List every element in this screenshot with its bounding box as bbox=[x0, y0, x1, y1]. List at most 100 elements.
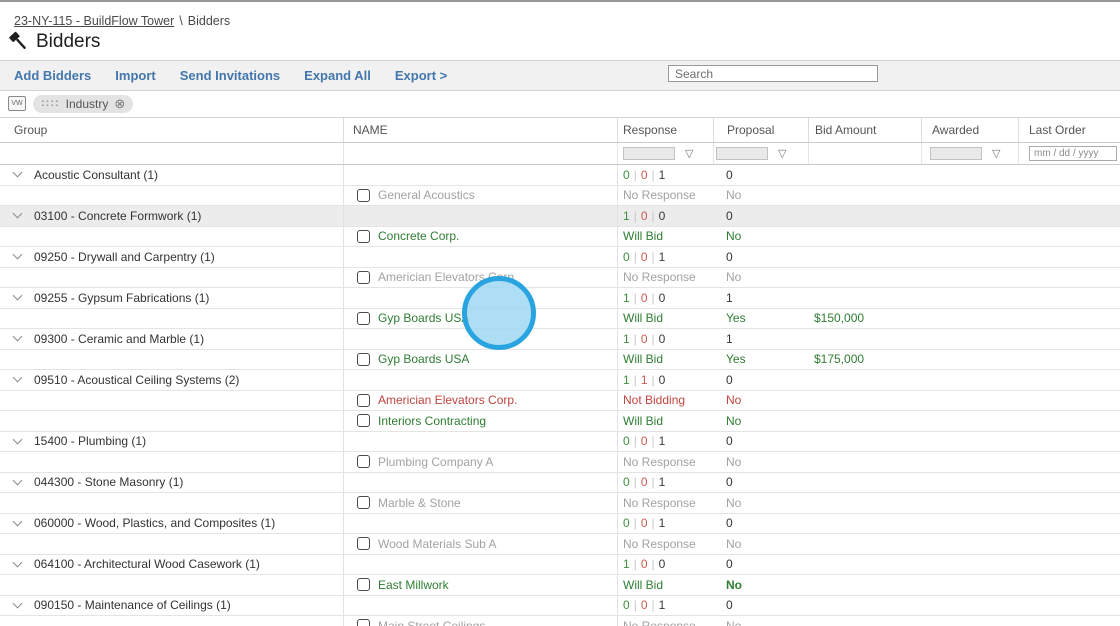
last-order-cell bbox=[1018, 514, 1120, 534]
row-checkbox[interactable] bbox=[357, 393, 370, 407]
chevron-down-icon[interactable] bbox=[12, 598, 23, 609]
row-checkbox[interactable] bbox=[357, 311, 370, 325]
bid-amount-cell bbox=[808, 411, 921, 431]
chip-remove-icon[interactable]: ⊗ bbox=[114, 96, 125, 112]
awarded-cell bbox=[921, 288, 1018, 308]
row-checkbox[interactable] bbox=[357, 414, 370, 428]
last-order-cell bbox=[1018, 411, 1120, 431]
bid-amount-cell bbox=[808, 329, 921, 349]
bid-amount-cell bbox=[808, 575, 921, 595]
chevron-down-icon[interactable] bbox=[12, 290, 23, 301]
awarded-cell bbox=[921, 411, 1018, 431]
bid-amount-cell bbox=[808, 555, 921, 575]
last-order-cell bbox=[1018, 288, 1120, 308]
drag-handle-icon[interactable]: :::: bbox=[41, 97, 60, 109]
search-input[interactable] bbox=[668, 65, 878, 82]
chevron-down-icon[interactable] bbox=[12, 372, 23, 383]
row-checkbox[interactable] bbox=[357, 578, 370, 592]
proposal-filter-input[interactable] bbox=[716, 147, 768, 160]
group-cell: 09510 - Acoustical Ceiling Systems (2) bbox=[0, 370, 343, 390]
row-checkbox[interactable] bbox=[357, 455, 370, 469]
row-checkbox[interactable] bbox=[357, 270, 370, 284]
bidder-name[interactable]: Marble & Stone bbox=[378, 496, 461, 510]
bidder-name[interactable]: Gyp Boards USA bbox=[378, 352, 469, 366]
import-button[interactable]: Import bbox=[115, 68, 155, 83]
response-filter-input[interactable] bbox=[623, 147, 675, 160]
expand-all-button[interactable]: Expand All bbox=[304, 68, 371, 83]
awarded-filter-input[interactable] bbox=[930, 147, 982, 160]
bidder-name[interactable]: Plumbing Company A bbox=[378, 455, 493, 469]
last-order-cell bbox=[1018, 186, 1120, 206]
chevron-down-icon[interactable] bbox=[12, 208, 23, 219]
page-title: Bidders bbox=[36, 31, 101, 52]
column-header-last-order[interactable]: Last Order bbox=[1018, 118, 1120, 142]
breadcrumb-project-link[interactable]: 23-NY-115 - BuildFlow Tower bbox=[14, 14, 174, 28]
awarded-cell bbox=[921, 452, 1018, 472]
group-cell bbox=[0, 391, 343, 411]
group-by-industry-chip[interactable]: :::: Industry ⊗ bbox=[33, 95, 134, 113]
row-checkbox[interactable] bbox=[357, 188, 370, 202]
awarded-cell bbox=[921, 329, 1018, 349]
bid-amount-cell: $175,000 bbox=[814, 352, 865, 367]
chevron-down-icon[interactable] bbox=[12, 557, 23, 568]
toolbar: Add Bidders Import Send Invitations Expa… bbox=[0, 60, 1120, 91]
bidder-name[interactable]: Gyp Boards USA bbox=[378, 311, 469, 325]
bidder-name[interactable]: Wood Materials Sub A bbox=[378, 537, 497, 551]
column-header-name[interactable]: NAME bbox=[343, 118, 617, 142]
column-header-awarded[interactable]: Awarded bbox=[921, 118, 1018, 142]
last-order-cell bbox=[1018, 616, 1120, 626]
bidder-name[interactable]: Concrete Corp. bbox=[378, 229, 459, 243]
group-cell bbox=[0, 575, 343, 595]
bidder-name[interactable]: Main Street Ceilings bbox=[378, 619, 485, 626]
bid-amount-cell bbox=[808, 186, 921, 206]
bidder-name[interactable]: Americian Elevators Corp bbox=[378, 270, 514, 284]
row-checkbox[interactable] bbox=[357, 496, 370, 510]
name-cell: Concrete Corp. bbox=[343, 226, 617, 246]
response-status: Will Bid bbox=[617, 308, 713, 328]
column-header-group[interactable]: Group bbox=[0, 118, 343, 142]
chevron-down-icon[interactable] bbox=[12, 249, 23, 260]
bidder-name[interactable]: Interiors Contracting bbox=[378, 414, 486, 428]
row-checkbox[interactable] bbox=[357, 229, 370, 243]
bidder-name[interactable]: General Acoustics bbox=[378, 188, 475, 202]
column-header-response[interactable]: Response bbox=[617, 118, 713, 142]
last-order-date-filter-input[interactable] bbox=[1029, 146, 1117, 161]
chevron-down-icon[interactable] bbox=[12, 331, 23, 342]
bidder-row: Wood Materials Sub A No Response No bbox=[0, 534, 1120, 555]
chevron-down-icon[interactable] bbox=[12, 167, 23, 178]
chevron-down-icon[interactable] bbox=[12, 516, 23, 527]
view-toggle-icon[interactable]: VW bbox=[8, 96, 26, 111]
proposal-cell: 0 bbox=[726, 516, 733, 531]
response-status: No Response bbox=[617, 185, 713, 205]
proposal-cell: No bbox=[726, 454, 742, 469]
chevron-down-icon[interactable] bbox=[12, 434, 23, 445]
awarded-cell bbox=[921, 227, 1018, 247]
bidder-name[interactable]: East Millwork bbox=[378, 578, 449, 592]
bid-amount-cell bbox=[808, 268, 921, 288]
column-header-bid-amount[interactable]: Bid Amount bbox=[808, 118, 921, 142]
awarded-filter-funnel-icon[interactable]: ▽ bbox=[992, 147, 1000, 160]
group-label: 03100 - Concrete Formwork (1) bbox=[34, 208, 202, 223]
chevron-down-icon[interactable] bbox=[12, 475, 23, 486]
response-counts: 0 | 0 | 1 bbox=[617, 247, 713, 267]
breadcrumb-separator: \ bbox=[179, 14, 183, 28]
count-no-response: 1 bbox=[658, 249, 666, 264]
row-checkbox[interactable] bbox=[357, 537, 370, 551]
proposal-cell: 0 bbox=[726, 208, 733, 223]
response-status: No Response bbox=[617, 267, 713, 287]
response-filter-funnel-icon[interactable]: ▽ bbox=[685, 147, 693, 160]
add-bidders-button[interactable]: Add Bidders bbox=[14, 68, 91, 83]
export-button[interactable]: Export > bbox=[395, 68, 447, 83]
proposal-filter-funnel-icon[interactable]: ▽ bbox=[778, 147, 786, 160]
count-not-bidding: 0 bbox=[640, 557, 648, 572]
name-cell: Gyp Boards USA bbox=[343, 349, 617, 369]
column-header-proposal[interactable]: Proposal bbox=[713, 118, 808, 142]
bid-amount-cell bbox=[808, 473, 921, 493]
bidder-name[interactable]: Americian Elevators Corp. bbox=[378, 393, 517, 407]
row-checkbox[interactable] bbox=[357, 352, 370, 366]
send-invitations-button[interactable]: Send Invitations bbox=[180, 68, 280, 83]
group-cell: 060000 - Wood, Plastics, and Composites … bbox=[0, 514, 343, 534]
group-label: 044300 - Stone Masonry (1) bbox=[34, 475, 184, 490]
row-checkbox[interactable] bbox=[357, 619, 370, 626]
count-no-response: 0 bbox=[658, 208, 666, 223]
